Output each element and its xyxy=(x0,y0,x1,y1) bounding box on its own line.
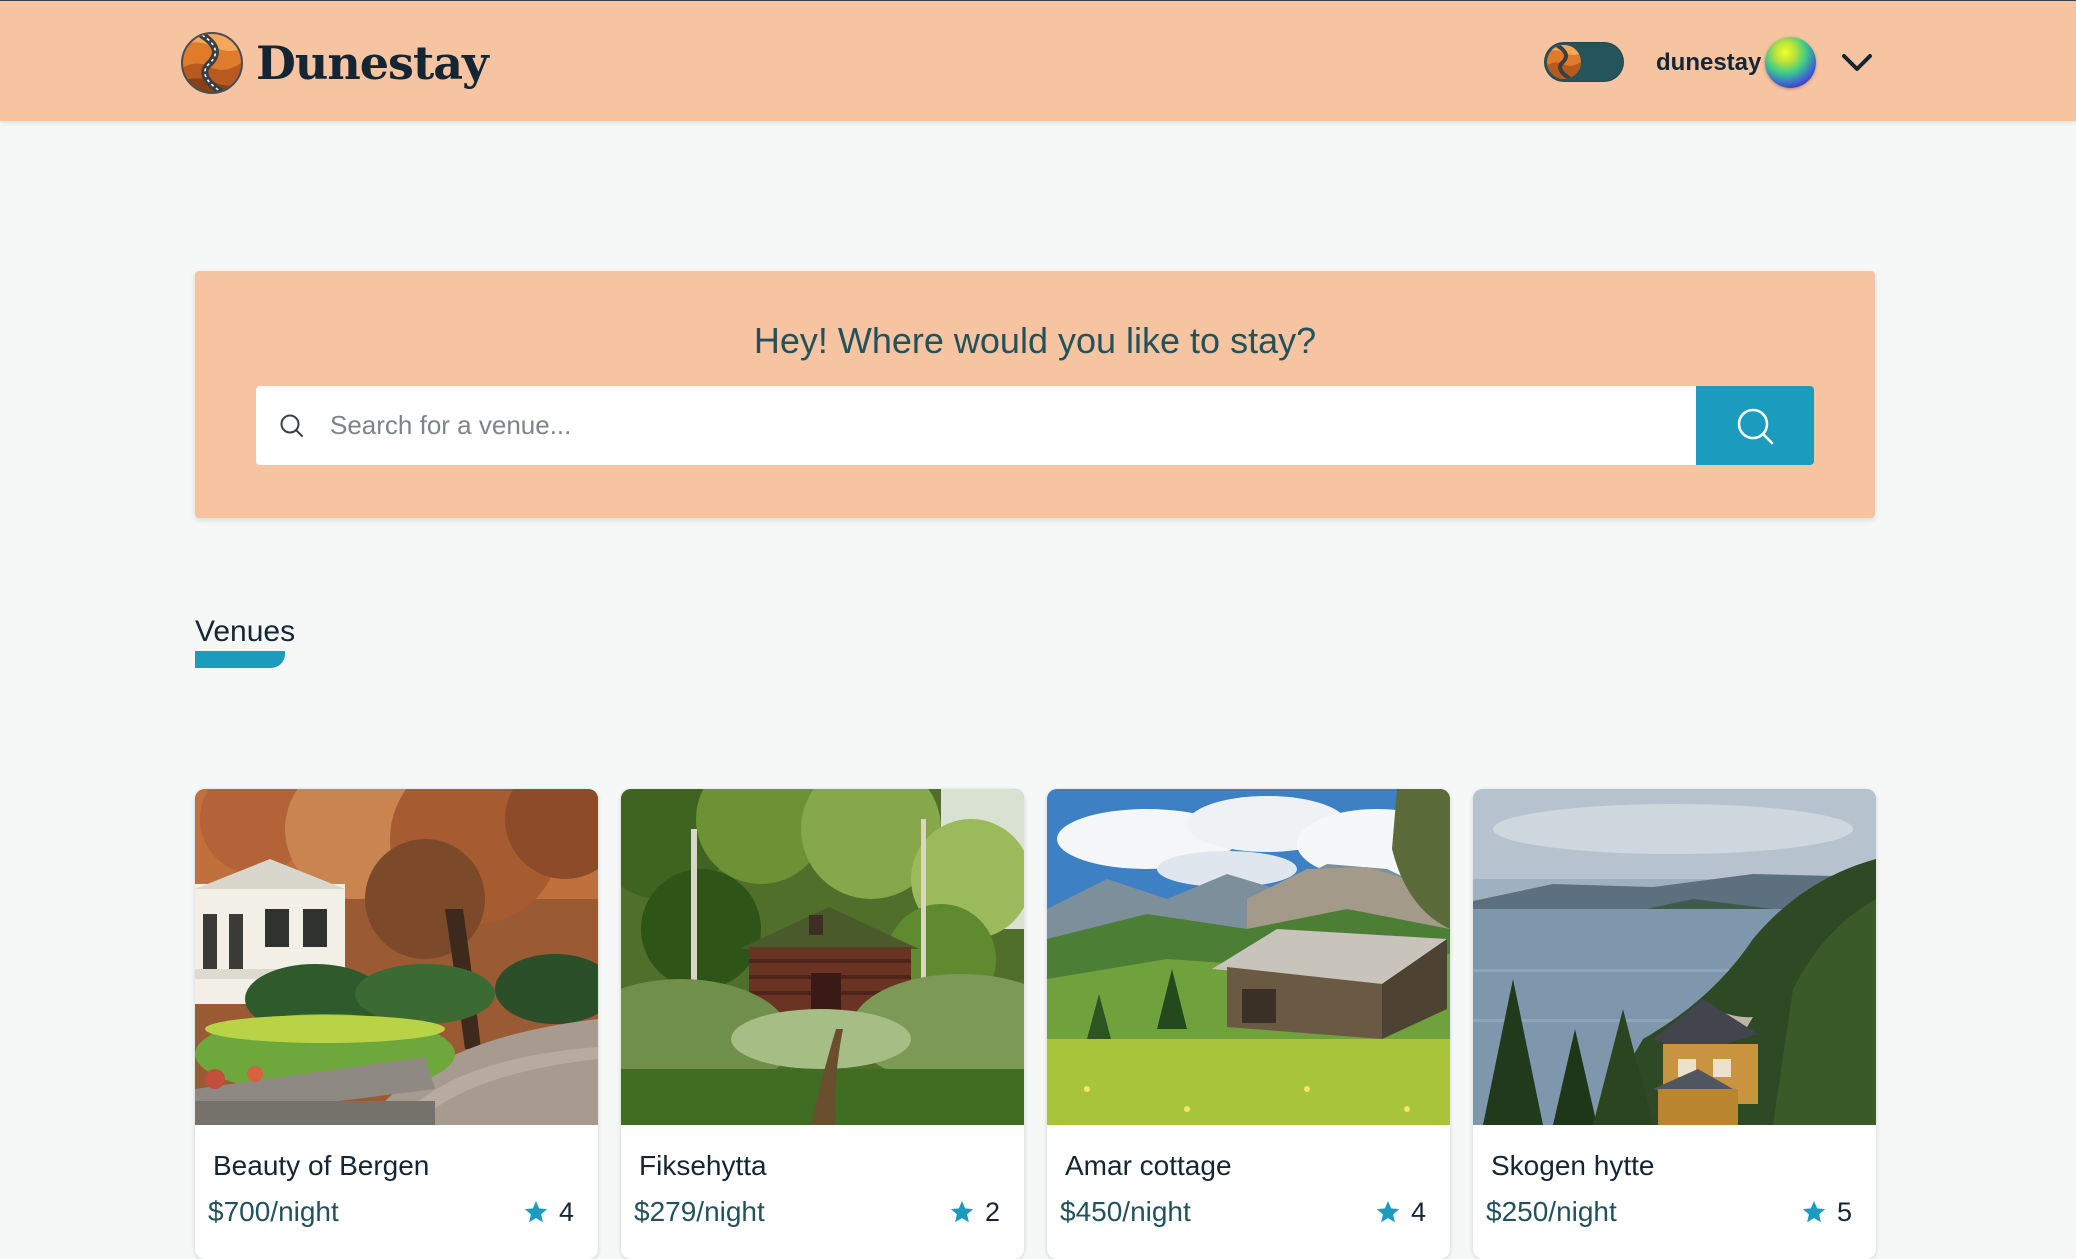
venue-image xyxy=(195,789,598,1125)
venue-price: $250/night xyxy=(1486,1196,1617,1227)
star-icon xyxy=(1802,1200,1826,1223)
venue-rating-value: 4 xyxy=(558,1197,574,1227)
venue-rating-value: 4 xyxy=(1410,1197,1426,1227)
venue-name: Fiksehytta xyxy=(639,1150,767,1181)
search-field[interactable] xyxy=(256,386,1696,465)
venue-card[interactable]: Beauty of Bergen $700/night 4 xyxy=(195,789,598,1259)
venue-image xyxy=(621,789,1024,1125)
brand-name: Dunestay xyxy=(256,36,489,90)
brand-logo-icon xyxy=(181,32,243,94)
venue-price: $700/night xyxy=(208,1196,339,1227)
search-button[interactable] xyxy=(1696,386,1814,465)
search-heading: Hey! Where would you like to stay? xyxy=(753,320,1317,361)
search-icon xyxy=(280,414,303,437)
venue-rating-value: 2 xyxy=(984,1197,1000,1227)
venue-image xyxy=(1473,789,1876,1125)
venue-rating: 2 xyxy=(949,1195,1000,1229)
venue-price: $279/night xyxy=(634,1196,765,1227)
user-name[interactable]: dunestay xyxy=(1656,48,1761,78)
star-icon xyxy=(524,1200,548,1223)
search-input[interactable] xyxy=(316,386,1676,465)
search-box xyxy=(256,386,1814,465)
star-icon xyxy=(1376,1200,1400,1223)
venue-card[interactable]: Fiksehytta $279/night 2 xyxy=(621,789,1024,1259)
venue-name: Beauty of Bergen xyxy=(213,1150,430,1181)
avatar[interactable] xyxy=(1765,37,1816,88)
venues-section-title: Venues xyxy=(195,615,296,648)
section-title-underline xyxy=(195,651,285,668)
star-icon xyxy=(950,1200,974,1223)
theme-toggle[interactable] xyxy=(1544,42,1624,82)
venue-name: Amar cottage xyxy=(1065,1150,1232,1181)
top-navigation-bar: Dunestay dunestay xyxy=(0,0,2076,121)
venue-name: Skogen hytte xyxy=(1491,1150,1655,1181)
chevron-down-icon[interactable] xyxy=(1840,49,1874,77)
venue-card[interactable]: Amar cottage $450/night 4 xyxy=(1047,789,1450,1259)
brand-home-link[interactable]: Dunestay xyxy=(180,29,489,97)
theme-toggle-knob-icon xyxy=(1547,45,1581,79)
search-panel: Hey! Where would you like to stay? xyxy=(195,271,1875,518)
venue-rating: 4 xyxy=(1375,1195,1426,1229)
search-icon xyxy=(1737,408,1774,444)
venue-card[interactable]: Skogen hytte $250/night 5 xyxy=(1473,789,1876,1259)
venue-rating-value: 5 xyxy=(1836,1197,1852,1227)
venue-image xyxy=(1047,789,1450,1125)
venue-rating: 5 xyxy=(1801,1195,1852,1229)
venue-rating: 4 xyxy=(523,1195,574,1229)
venue-price: $450/night xyxy=(1060,1196,1191,1227)
